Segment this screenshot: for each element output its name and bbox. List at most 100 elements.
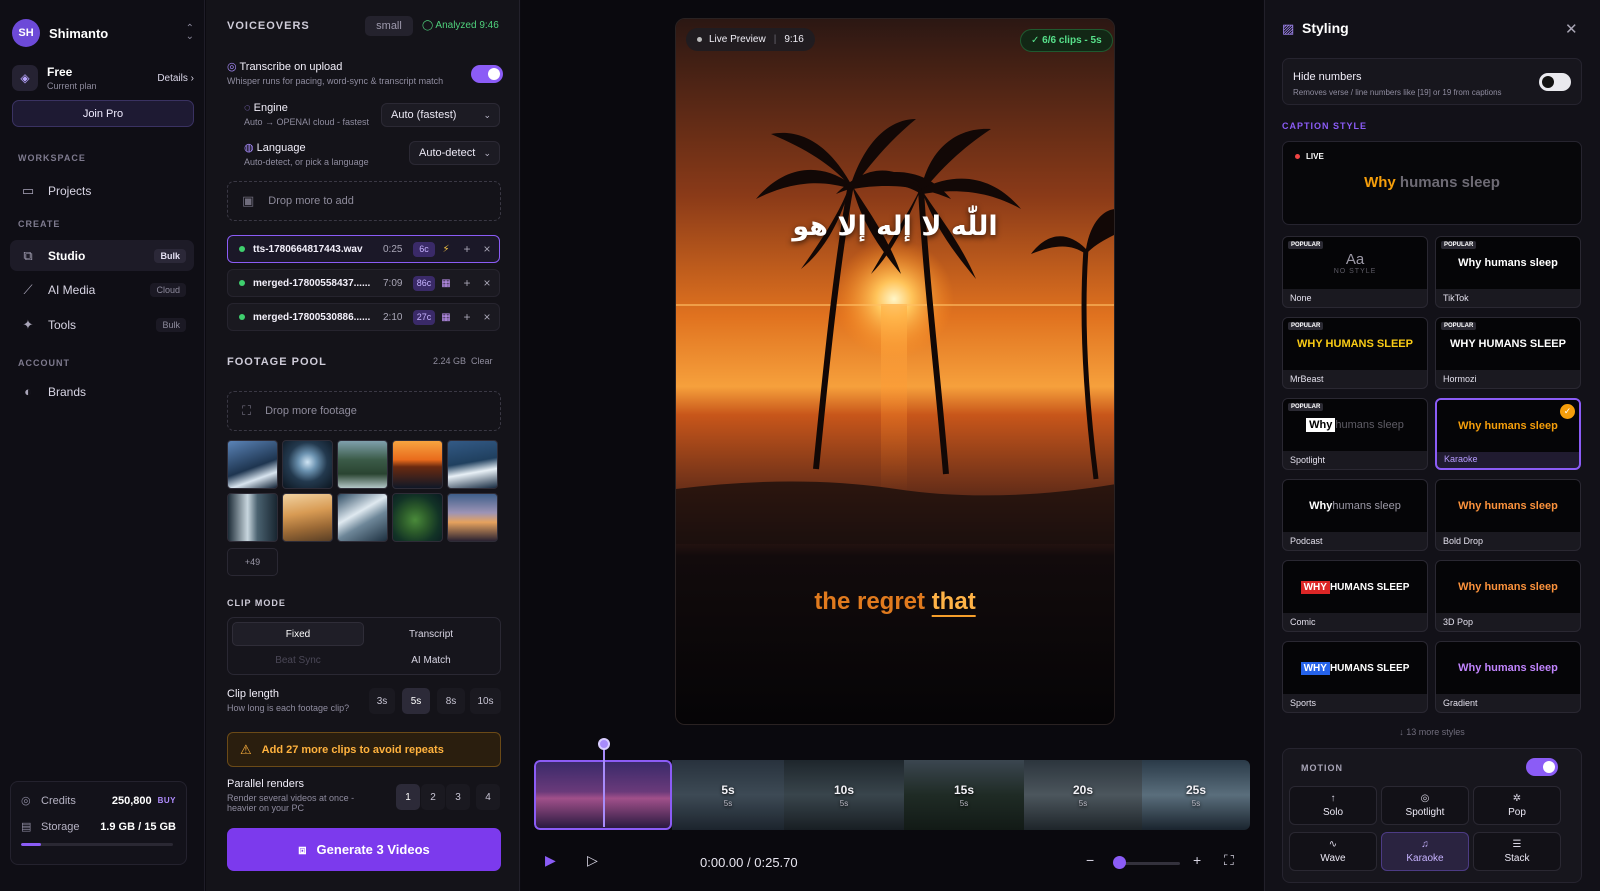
style-card-3d-pop[interactable]: Why humans sleep 3D Pop xyxy=(1435,560,1581,632)
sidebar-item-label: Projects xyxy=(48,183,92,198)
style-card-karaoke[interactable]: ✓ Why humans sleep Karaoke xyxy=(1435,398,1581,470)
add-icon[interactable]: + xyxy=(457,310,477,324)
clip-length-10s[interactable]: 10s xyxy=(470,688,501,714)
plan-details-link[interactable]: Details › xyxy=(157,73,194,84)
transcribe-toggle[interactable] xyxy=(471,65,503,83)
footage-thumbnail[interactable] xyxy=(227,493,278,542)
zoom-slider-handle[interactable] xyxy=(1113,856,1126,869)
music-note-icon: ♫ xyxy=(1421,839,1429,850)
style-preview: Why humans sleep xyxy=(1436,480,1580,532)
zoom-out-icon[interactable]: − xyxy=(1086,852,1094,868)
motion-solo-button[interactable]: ↑ Solo xyxy=(1289,786,1377,825)
live-style-preview: LIVE Why humans sleep xyxy=(1282,141,1582,225)
clip-length-3s[interactable]: 3s xyxy=(369,688,395,714)
motion-karaoke-button[interactable]: ♫ Karaoke xyxy=(1381,832,1469,871)
timeline-clip[interactable]: 15s 5s xyxy=(904,760,1024,830)
voiceover-file-row[interactable]: merged-17800530886...... 2:10 27c ▦ + × xyxy=(227,303,500,331)
footage-thumbnail[interactable] xyxy=(392,493,443,542)
timeline-clip[interactable]: 5s 5s xyxy=(672,760,784,830)
footage-thumbnail[interactable] xyxy=(337,440,388,489)
footage-thumbnail[interactable] xyxy=(282,493,333,542)
motion-spotlight-button[interactable]: ◎ Spotlight xyxy=(1381,786,1469,825)
sidebar-item-projects[interactable]: ▭ Projects xyxy=(10,175,194,206)
voiceover-dropzone[interactable]: ▣ Drop more to add xyxy=(227,181,501,221)
join-pro-button[interactable]: Join Pro xyxy=(12,100,194,127)
avatar: SH xyxy=(12,19,40,47)
engine-select[interactable]: Auto (fastest) ⌄ xyxy=(381,103,500,127)
voiceover-file-row[interactable]: merged-17800558437...... 7:09 86c ▦ + × xyxy=(227,269,500,297)
clip-length-8s[interactable]: 8s xyxy=(437,688,465,714)
motion-label: MOTION xyxy=(1301,763,1343,773)
footage-size: 2.24 GB Clear xyxy=(433,356,493,366)
hide-numbers-toggle[interactable] xyxy=(1539,73,1571,91)
sidebar-item-studio[interactable]: ⧉ Studio Bulk xyxy=(10,240,194,271)
style-name: Sports xyxy=(1290,698,1317,708)
footage-thumbnail[interactable] xyxy=(392,440,443,489)
timeline-clip[interactable]: 10s 5s xyxy=(784,760,904,830)
more-styles-link[interactable]: ↓ 13 more styles xyxy=(1282,727,1582,737)
fullscreen-icon[interactable]: ⛶ xyxy=(1224,852,1234,869)
style-name: Hormozi xyxy=(1443,374,1477,384)
style-card-sports[interactable]: WHY HUMANS SLEEP Sports xyxy=(1282,641,1428,713)
buy-credits-link[interactable]: BUY xyxy=(158,796,176,805)
engine-value: Auto (fastest) xyxy=(391,109,457,121)
style-card-none[interactable]: POPULAR Aa NO STYLE None xyxy=(1282,236,1428,308)
style-card-mrbeast[interactable]: POPULAR WHY HUMANS SLEEP MrBeast xyxy=(1282,317,1428,389)
footage-thumbnail[interactable] xyxy=(447,440,498,489)
style-card-gradient[interactable]: Why humans sleep Gradient xyxy=(1435,641,1581,713)
clear-footage-link[interactable]: Clear xyxy=(471,356,493,366)
close-icon[interactable]: × xyxy=(477,242,497,256)
motion-wave-button[interactable]: ∿ Wave xyxy=(1289,832,1377,871)
sidebar-item-tools[interactable]: ✦ Tools Bulk xyxy=(10,309,194,340)
style-card-bold-drop[interactable]: Why humans sleep Bold Drop xyxy=(1435,479,1581,551)
style-card-hormozi[interactable]: POPULAR WHY HUMANS SLEEP Hormozi xyxy=(1435,317,1581,389)
playhead-handle[interactable] xyxy=(598,738,610,750)
motion-stack-button[interactable]: ☰ Stack xyxy=(1473,832,1561,871)
video-preview[interactable] xyxy=(675,18,1115,725)
style-card-spotlight[interactable]: POPULAR Why humans sleep Spotlight xyxy=(1282,398,1428,470)
footage-thumbnail[interactable] xyxy=(447,493,498,542)
clip-mode-beat-sync[interactable]: Beat Sync xyxy=(232,648,364,672)
more-footage-button[interactable]: +49 xyxy=(227,548,278,576)
clip-mode-transcript[interactable]: Transcript xyxy=(365,622,497,646)
motion-toggle[interactable] xyxy=(1526,758,1558,776)
storage-progress-fill xyxy=(21,843,41,846)
footage-thumbnail[interactable] xyxy=(227,440,278,489)
parallel-4[interactable]: 4 xyxy=(476,784,500,810)
playhead[interactable] xyxy=(603,739,605,827)
user-switcher[interactable]: SH Shimanto ⌃ ⌄ xyxy=(12,19,194,47)
close-icon[interactable]: × xyxy=(477,276,497,290)
footage-dropzone[interactable]: ⛶ Drop more footage xyxy=(227,391,501,431)
add-icon[interactable]: + xyxy=(457,242,477,256)
footage-thumbnail[interactable] xyxy=(337,493,388,542)
clip-mode-ai-match[interactable]: AI Match xyxy=(365,648,497,672)
style-card-tiktok[interactable]: POPULAR Why humans sleep TikTok xyxy=(1435,236,1581,308)
parallel-1[interactable]: 1 xyxy=(396,784,420,810)
style-card-podcast[interactable]: Why humans sleep Podcast xyxy=(1282,479,1428,551)
play-icon[interactable]: ▷ xyxy=(587,852,598,869)
generate-videos-button[interactable]: ⧈ Generate 3 Videos xyxy=(227,828,501,871)
voiceover-file-row[interactable]: tts-1780664817443.wav 0:25 6c ⚡ + × xyxy=(227,235,500,263)
zoom-in-icon[interactable]: + xyxy=(1193,852,1201,868)
play-filled-icon[interactable]: ▶ xyxy=(545,852,556,869)
timeline-clip[interactable]: 20s 5s xyxy=(1024,760,1142,830)
sidebar-item-ai-media[interactable]: ⟋ AI Media Cloud xyxy=(10,274,194,305)
parallel-2[interactable]: 2 xyxy=(421,784,445,810)
close-icon[interactable]: ✕ xyxy=(1565,20,1578,38)
clip-mode-fixed[interactable]: Fixed xyxy=(232,622,364,646)
timeline-clip[interactable]: 25s 5s xyxy=(1142,760,1250,830)
footage-thumbnail[interactable] xyxy=(282,440,333,489)
parallel-3[interactable]: 3 xyxy=(446,784,470,810)
motion-pop-button[interactable]: ✲ Pop xyxy=(1473,786,1561,825)
timeline-track[interactable]: 5s 5s 10s 5s 15s 5s 20s 5s 25s 5s xyxy=(534,760,1250,830)
style-preview-text: Why humans sleep xyxy=(1458,662,1558,674)
close-icon[interactable]: × xyxy=(477,310,497,324)
model-chip[interactable]: small xyxy=(365,16,413,36)
sidebar-item-label: AI Media xyxy=(48,282,96,297)
language-select[interactable]: Auto-detect ⌄ xyxy=(409,141,500,165)
style-card-comic[interactable]: WHY HUMANS SLEEP Comic xyxy=(1282,560,1428,632)
palette-icon: ◐ xyxy=(24,384,32,399)
add-icon[interactable]: + xyxy=(457,276,477,290)
clip-length-5s[interactable]: 5s xyxy=(402,688,430,714)
sidebar-item-brands[interactable]: ◐ Brands xyxy=(10,376,194,407)
